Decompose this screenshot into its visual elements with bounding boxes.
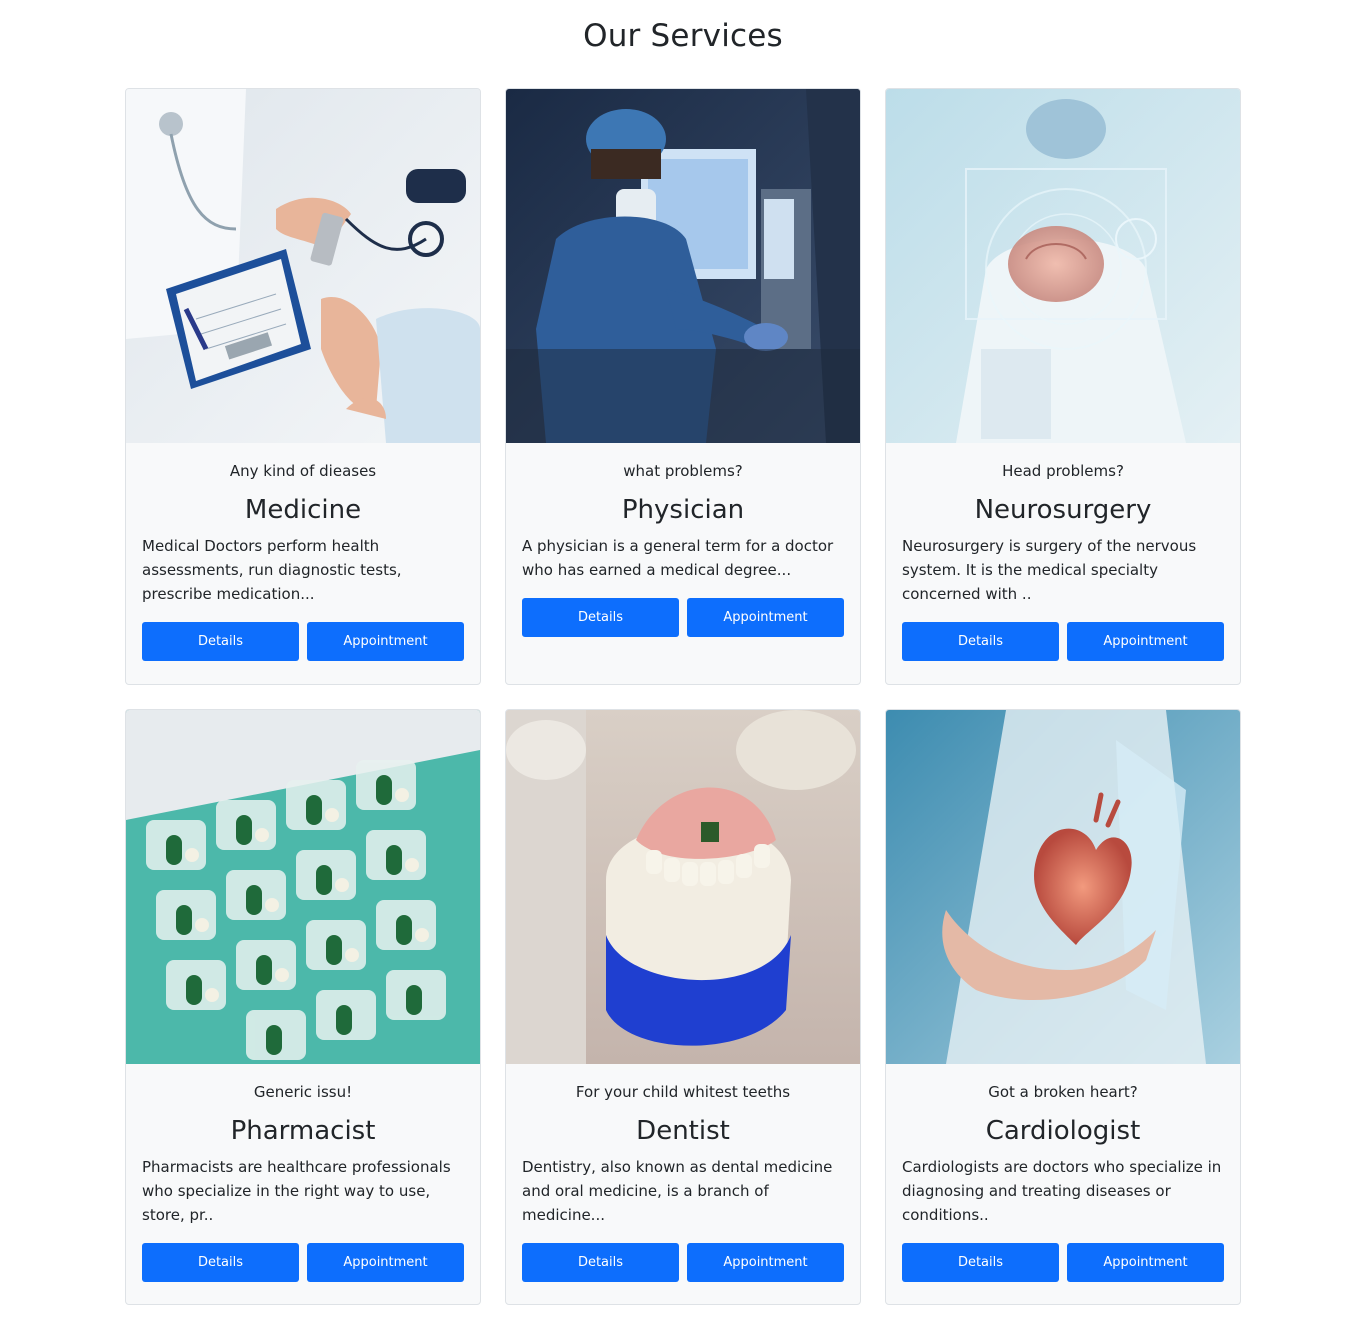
service-card-medicine: Any kind of dieases Medicine Medical Doc… <box>125 88 481 685</box>
details-button[interactable]: Details <box>522 598 679 637</box>
service-card-cardiologist: Got a broken heart? Cardiologist Cardiol… <box>885 709 1241 1305</box>
card-tagline: Head problems? <box>1002 462 1124 480</box>
service-card-dentist: For your child whitest teeths Dentist De… <box>505 709 861 1305</box>
service-card-pharmacist: Generic issu! Pharmacist Pharmacists are… <box>125 709 481 1305</box>
neurosurgery-image <box>886 89 1240 443</box>
card-title: Neurosurgery <box>974 495 1152 525</box>
medicine-image <box>126 89 480 443</box>
appointment-button[interactable]: Appointment <box>307 1243 464 1282</box>
cardiologist-image <box>886 710 1240 1064</box>
card-title: Medicine <box>244 495 362 525</box>
card-description: Dentistry, also known as dental medicine… <box>522 1158 833 1224</box>
card-title: Dentist <box>636 1116 730 1146</box>
dentist-image <box>506 710 860 1064</box>
details-button[interactable]: Details <box>902 622 1059 661</box>
service-card-neurosurgery: Head problems? Neurosurgery Neurosurgery… <box>885 88 1241 685</box>
details-button[interactable]: Details <box>522 1243 679 1282</box>
card-title: Physician <box>621 495 745 525</box>
appointment-button[interactable]: Appointment <box>1067 622 1224 661</box>
card-title: Pharmacist <box>230 1116 376 1146</box>
card-description: Pharmacists are healthcare professionals… <box>142 1158 451 1224</box>
card-description: Cardiologists are doctors who specialize… <box>902 1158 1222 1224</box>
details-button[interactable]: Details <box>142 1243 299 1282</box>
card-tagline: Got a broken heart? <box>988 1083 1138 1101</box>
details-button[interactable]: Details <box>902 1243 1059 1282</box>
card-title: Cardiologist <box>985 1116 1141 1146</box>
card-tagline: For your child whitest teeths <box>575 1083 791 1101</box>
details-button[interactable]: Details <box>142 622 299 661</box>
card-description: A physician is a general term for a doct… <box>522 537 834 579</box>
card-description: Neurosurgery is surgery of the nervous s… <box>902 537 1197 603</box>
appointment-button[interactable]: Appointment <box>307 622 464 661</box>
service-card-physician: what problems? Physician A physician is … <box>505 88 861 685</box>
card-description: Medical Doctors perform health assessmen… <box>142 537 402 603</box>
page-title: Our Services <box>583 18 783 54</box>
card-tagline: Generic issu! <box>253 1083 353 1101</box>
appointment-button[interactable]: Appointment <box>687 598 844 637</box>
physician-image <box>506 89 860 443</box>
pharmacist-image <box>126 710 480 1064</box>
card-tagline: what problems? <box>623 462 743 480</box>
appointment-button[interactable]: Appointment <box>1067 1243 1224 1282</box>
card-tagline: Any kind of dieases <box>229 462 377 480</box>
appointment-button[interactable]: Appointment <box>687 1243 844 1282</box>
